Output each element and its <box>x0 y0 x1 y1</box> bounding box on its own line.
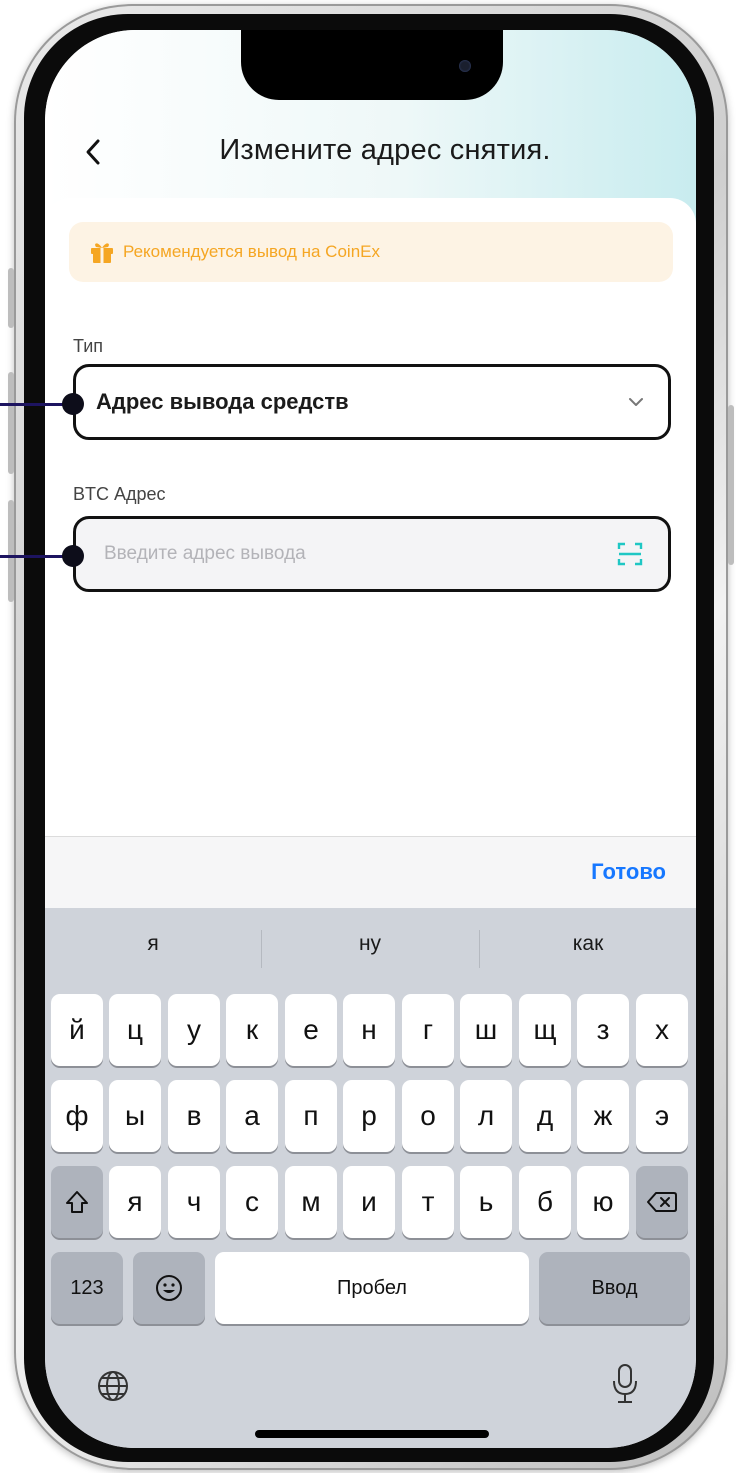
annotation-pointer-dot <box>62 393 84 415</box>
key[interactable]: д <box>519 1080 571 1152</box>
recommendation-banner[interactable]: Рекомендуется вывод на CoinEx <box>69 222 673 282</box>
shift-key[interactable] <box>51 1166 103 1238</box>
address-input[interactable]: Введите адрес вывода <box>73 516 671 592</box>
emoji-key[interactable] <box>133 1252 205 1324</box>
side-button-power <box>728 405 734 565</box>
key[interactable]: л <box>460 1080 512 1152</box>
numbers-key[interactable]: 123 <box>51 1252 123 1324</box>
delete-key[interactable] <box>636 1166 688 1238</box>
suggestion-item[interactable]: ну <box>262 932 478 956</box>
key[interactable]: ь <box>460 1166 512 1238</box>
space-key[interactable]: Пробел <box>215 1252 529 1324</box>
microphone-icon <box>613 1364 637 1403</box>
page-title: Измените адрес снятия. <box>219 134 551 166</box>
side-button-volume-up <box>8 372 14 474</box>
key[interactable]: р <box>343 1080 395 1152</box>
type-select[interactable]: Адрес вывода средств <box>73 364 671 440</box>
emoji-icon <box>156 1275 182 1301</box>
annotation-pointer-line <box>0 403 66 406</box>
key[interactable]: ф <box>51 1080 103 1152</box>
keyboard-accessory-bar: Готово <box>45 836 696 908</box>
gift-icon <box>89 240 115 264</box>
key[interactable]: п <box>285 1080 337 1152</box>
shift-icon <box>66 1191 88 1213</box>
key[interactable]: ы <box>109 1080 161 1152</box>
key[interactable]: ш <box>460 994 512 1066</box>
front-camera <box>459 60 471 72</box>
key[interactable]: ю <box>577 1166 629 1238</box>
type-label: Тип <box>73 336 104 356</box>
annotation-pointer-line <box>0 555 66 558</box>
key[interactable]: у <box>168 994 220 1066</box>
delete-icon <box>647 1192 677 1212</box>
key[interactable]: я <box>109 1166 161 1238</box>
address-label: BTC Адрес <box>73 484 166 504</box>
key[interactable]: с <box>226 1166 278 1238</box>
return-key[interactable]: Ввод <box>539 1252 690 1324</box>
type-select-value: Адрес вывода средств <box>96 389 349 414</box>
globe-button[interactable] <box>89 1362 137 1410</box>
key[interactable]: ц <box>109 994 161 1066</box>
key[interactable]: а <box>226 1080 278 1152</box>
key[interactable]: и <box>343 1166 395 1238</box>
key[interactable]: б <box>519 1166 571 1238</box>
key[interactable]: й <box>51 994 103 1066</box>
chevron-left-icon <box>86 139 100 165</box>
chevron-down-icon <box>628 397 644 407</box>
suggestion-item[interactable]: как <box>480 932 696 956</box>
back-button[interactable] <box>75 130 111 174</box>
side-button-volume-down <box>8 500 14 602</box>
key[interactable]: з <box>577 994 629 1066</box>
key[interactable]: в <box>168 1080 220 1152</box>
keyboard: я ну как й ц у к е н г ш щ з х ф ы в а п… <box>45 908 696 1448</box>
recommendation-text: Рекомендуется вывод на CoinEx <box>123 242 380 261</box>
key[interactable]: т <box>402 1166 454 1238</box>
key[interactable]: э <box>636 1080 688 1152</box>
globe-icon <box>98 1371 128 1401</box>
side-button-mute <box>8 268 14 328</box>
microphone-button[interactable] <box>601 1356 649 1412</box>
key[interactable]: е <box>285 994 337 1066</box>
key[interactable]: м <box>285 1166 337 1238</box>
form-card: Рекомендуется вывод на CoinEx Тип Адрес … <box>45 198 696 898</box>
key[interactable]: к <box>226 994 278 1066</box>
suggestion-item[interactable]: я <box>45 932 261 956</box>
done-button[interactable]: Готово <box>591 859 666 885</box>
suggestion-bar: я ну как <box>45 908 696 988</box>
key[interactable]: н <box>343 994 395 1066</box>
key[interactable]: ч <box>168 1166 220 1238</box>
annotation-pointer-dot <box>62 545 84 567</box>
key[interactable]: г <box>402 994 454 1066</box>
key[interactable]: о <box>402 1080 454 1152</box>
home-indicator[interactable] <box>255 1430 489 1438</box>
key[interactable]: щ <box>519 994 571 1066</box>
key[interactable]: х <box>636 994 688 1066</box>
phone-screen: Измените адрес снятия. Рекомендуется выв… <box>45 30 696 1448</box>
scan-icon[interactable] <box>616 540 644 568</box>
key[interactable]: ж <box>577 1080 629 1152</box>
address-input-placeholder: Введите адрес вывода <box>104 543 306 564</box>
dynamic-notch <box>241 30 503 100</box>
